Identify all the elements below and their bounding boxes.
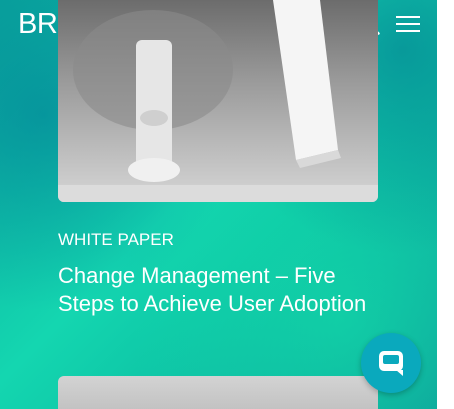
next-article-image[interactable] [58, 376, 378, 409]
article-category[interactable]: WHITE PAPER [58, 230, 174, 250]
article-featured-image[interactable] [58, 0, 378, 202]
chat-widget-button[interactable] [361, 333, 421, 393]
article-title[interactable]: Change Management – Five Steps to Achiev… [58, 262, 378, 318]
hamburger-menu-icon[interactable] [396, 14, 420, 34]
chat-bubble-icon [379, 351, 403, 376]
scrollbar[interactable] [437, 0, 454, 409]
page-background: BRISTLECONE WHITE PAPER Change Managemen… [0, 0, 437, 409]
